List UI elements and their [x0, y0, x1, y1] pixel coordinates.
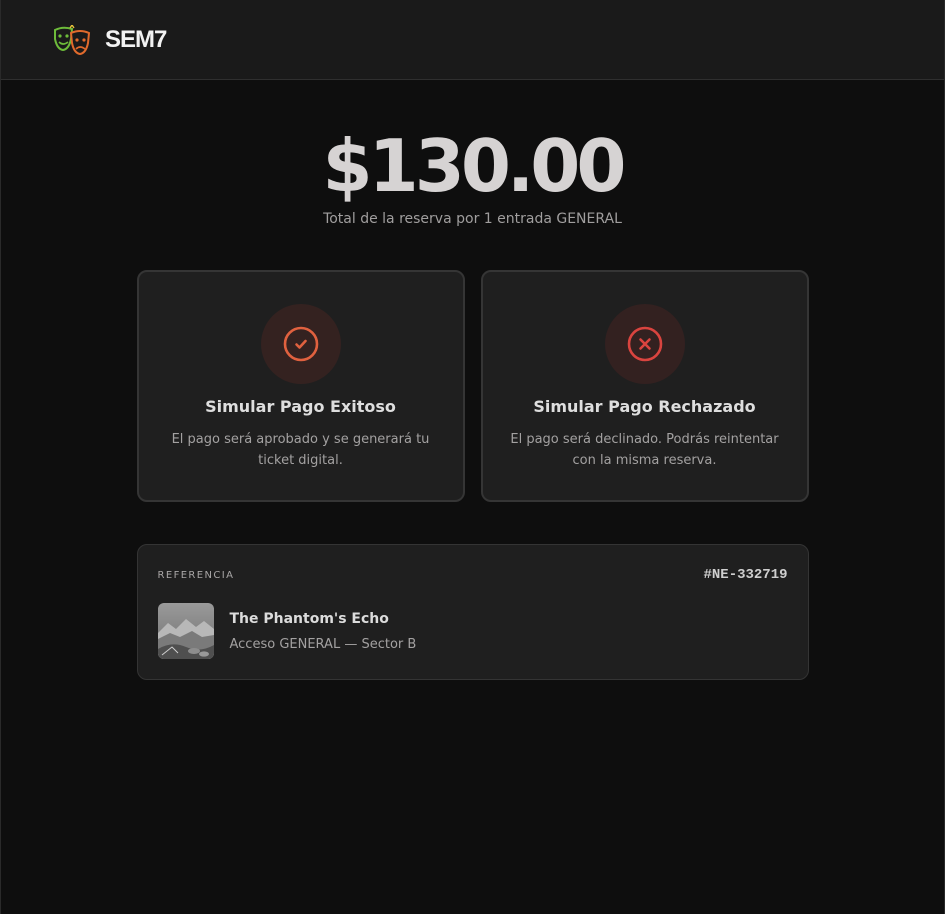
fail-icon-badge: [604, 304, 685, 384]
top-navbar: SEM7: [1, 0, 944, 80]
success-option-title: Simular Pago Exitoso: [205, 397, 396, 416]
check-circle-icon: [283, 326, 318, 362]
event-access: Acceso GENERAL — Sector B: [229, 636, 417, 652]
amount-summary: $130.00 Total de la reserva por 1 entrad…: [137, 80, 809, 227]
rejected-option-title: Simular Pago Rechazado: [533, 397, 756, 416]
success-icon-badge: [260, 304, 341, 384]
reference-card: REFERENCIA #NE-332719 The Phantom's Echo…: [136, 544, 809, 680]
event-thumbnail-image: [157, 603, 214, 659]
simulate-rejected-button[interactable]: Simular Pago Rechazado El pago será decl…: [480, 270, 809, 502]
event-summary: The Phantom's Echo Acceso GENERAL — Sect…: [157, 603, 788, 659]
page-frame: SEM7 $130.00 Total de la reserva por 1 e…: [0, 0, 945, 914]
theater-masks-icon: [54, 24, 91, 55]
reference-header: REFERENCIA #NE-332719: [158, 565, 788, 585]
simulate-success-button[interactable]: Simular Pago Exitoso El pago será aproba…: [136, 270, 465, 502]
payment-options: Simular Pago Exitoso El pago será aproba…: [136, 270, 809, 502]
amount-description: Total de la reserva por 1 entrada GENERA…: [323, 211, 622, 227]
total-amount: $130.00: [322, 124, 627, 208]
rejected-option-description: El pago será declinado. Podrás reintenta…: [510, 432, 779, 468]
reference-code: #NE-332719: [703, 567, 788, 583]
x-circle-icon: [627, 326, 662, 362]
success-option-description: El pago será aprobado y se generará tu t…: [171, 432, 430, 468]
event-info: The Phantom's Echo Acceso GENERAL — Sect…: [230, 611, 417, 652]
brand-name: SEM7: [105, 25, 167, 53]
event-title: The Phantom's Echo: [229, 610, 389, 627]
brand-home-link[interactable]: SEM7: [53, 24, 167, 55]
payment-main: $130.00 Total de la reserva por 1 entrad…: [136, 80, 809, 680]
reference-label: REFERENCIA: [157, 569, 235, 581]
